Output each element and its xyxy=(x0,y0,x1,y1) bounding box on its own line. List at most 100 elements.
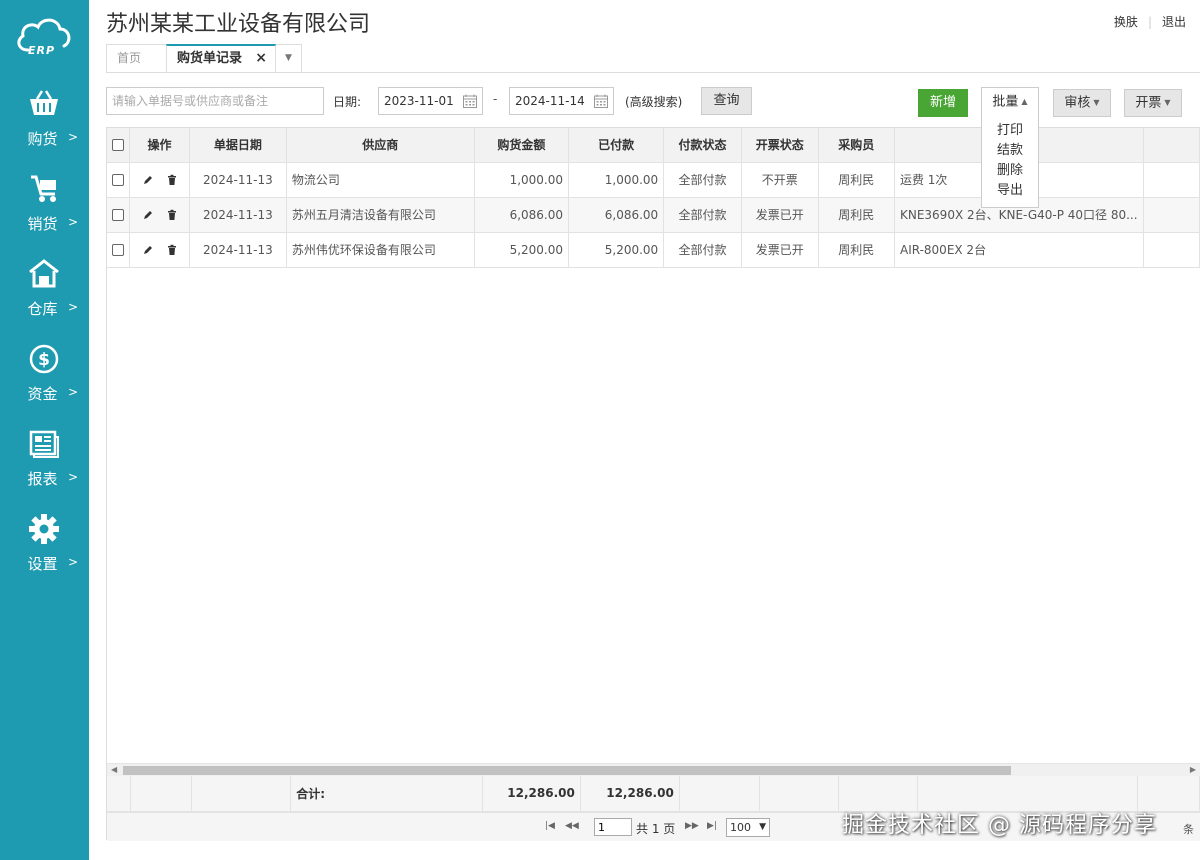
basket-icon xyxy=(27,88,61,120)
caret-down-icon: ▼ xyxy=(1164,98,1171,107)
chevron-down-icon: ▼ xyxy=(759,822,766,832)
tab-home[interactable]: 首页 xyxy=(106,44,166,72)
sidebar-item-warehouse[interactable]: 仓库 > xyxy=(0,258,89,338)
row-actions-cell xyxy=(129,232,190,268)
page-number-input[interactable] xyxy=(594,818,632,836)
cell-date: 2024-11-13 xyxy=(189,197,287,233)
menu-item-settle[interactable]: 结款 xyxy=(982,141,1038,161)
first-page-icon[interactable]: |◀ xyxy=(545,821,555,831)
logo-text: ERP xyxy=(28,44,56,57)
row-checkbox[interactable] xyxy=(112,174,125,186)
chevron-right-icon: > xyxy=(68,555,79,569)
calendar-icon[interactable] xyxy=(593,93,609,109)
tab-purchase-records[interactable]: 购货单记录 × xyxy=(166,44,276,72)
date-from-field[interactable]: 2023-11-01 xyxy=(378,87,483,115)
prev-page-icon[interactable]: ◀◀ xyxy=(565,821,579,831)
date-from-value: 2023-11-01 xyxy=(384,94,454,108)
cell-extra xyxy=(1143,162,1200,198)
skin-link[interactable]: 换肤 xyxy=(1114,15,1138,29)
sidebar-item-settings[interactable]: 设置 > xyxy=(0,513,89,593)
svg-text:$: $ xyxy=(38,350,50,370)
menu-item-delete[interactable]: 删除 xyxy=(982,161,1038,181)
close-icon[interactable]: × xyxy=(255,46,267,71)
sidebar-item-sales[interactable]: 销货 > xyxy=(0,173,89,253)
batch-button[interactable]: 批量 ▲ xyxy=(981,87,1039,117)
edit-icon[interactable] xyxy=(142,244,154,256)
empty-cell xyxy=(1137,776,1200,812)
totals-row: 合计: 12,286.00 12,286.00 xyxy=(107,776,1200,812)
trash-icon[interactable] xyxy=(166,209,178,221)
row-actions-cell xyxy=(129,162,190,198)
cell-paid: 5,200.00 xyxy=(568,232,665,268)
edit-icon[interactable] xyxy=(142,174,154,186)
audit-button[interactable]: 审核 ▼ xyxy=(1053,89,1111,117)
column-header-buyer[interactable]: 采购员 xyxy=(818,128,895,163)
row-select-cell xyxy=(107,162,131,198)
horizontal-scrollbar[interactable]: ◀ ▶ xyxy=(107,763,1200,776)
new-button[interactable]: 新增 xyxy=(918,89,968,117)
gear-icon xyxy=(27,513,61,545)
sidebar-item-funds[interactable]: $ 资金 > xyxy=(0,343,89,423)
caret-down-icon: ▼ xyxy=(1093,98,1100,107)
column-header-supplier[interactable]: 供应商 xyxy=(286,128,475,163)
table-row[interactable]: 2024-11-13 苏州伟优环保设备有限公司 5,200.00 5,200.0… xyxy=(107,232,1200,268)
cell-invoice-status: 发票已开 xyxy=(741,197,819,233)
trash-icon[interactable] xyxy=(166,244,178,256)
scroll-right-arrow-icon[interactable]: ▶ xyxy=(1190,765,1196,774)
tab-divider xyxy=(106,72,1200,73)
column-header-date[interactable]: 单据日期 xyxy=(189,128,287,163)
report-icon xyxy=(27,428,61,460)
cell-extra xyxy=(1143,197,1200,233)
sidebar-item-reports[interactable]: 报表 > xyxy=(0,428,89,508)
invoice-button[interactable]: 开票 ▼ xyxy=(1124,89,1182,117)
date-to-field[interactable]: 2024-11-14 xyxy=(509,87,614,115)
column-header-paid[interactable]: 已付款 xyxy=(568,128,665,163)
calendar-icon[interactable] xyxy=(462,93,478,109)
scrollbar-thumb[interactable] xyxy=(123,766,1011,775)
batch-dropdown-menu: 打印 结款 删除 导出 xyxy=(981,116,1039,208)
empty-cell xyxy=(130,776,193,812)
select-all-checkbox[interactable] xyxy=(112,139,125,152)
cell-buyer: 周利民 xyxy=(818,197,895,233)
sidebar: ERP 购货 > 销货 > 仓库 > $ 资金 > 报表 > 设置 > xyxy=(0,0,89,860)
menu-item-print[interactable]: 打印 xyxy=(982,121,1038,141)
cell-extra xyxy=(1143,232,1200,268)
chevron-right-icon: > xyxy=(68,215,79,229)
divider: | xyxy=(1147,15,1152,29)
empty-cell xyxy=(191,776,292,812)
cell-supplier: 苏州伟优环保设备有限公司 xyxy=(286,232,475,268)
column-header-extra xyxy=(1143,128,1200,163)
empty-cell xyxy=(838,776,919,812)
advanced-search-link[interactable]: (高级搜索) xyxy=(625,93,682,110)
row-checkbox[interactable] xyxy=(112,244,125,256)
empty-cell xyxy=(917,776,1138,812)
row-select-cell xyxy=(107,197,131,233)
edit-icon[interactable] xyxy=(142,209,154,221)
column-header-actions[interactable]: 操作 xyxy=(129,128,190,163)
column-header-pay-status[interactable]: 付款状态 xyxy=(663,128,742,163)
page-size-select[interactable]: 100 ▼ xyxy=(726,818,770,837)
cell-invoice-status: 发票已开 xyxy=(741,232,819,268)
cell-date: 2024-11-13 xyxy=(189,232,287,268)
column-header-invoice-status[interactable]: 开票状态 xyxy=(741,128,819,163)
row-checkbox[interactable] xyxy=(112,209,125,221)
scroll-left-arrow-icon[interactable]: ◀ xyxy=(111,765,117,774)
cell-supplier: 物流公司 xyxy=(286,162,475,198)
next-page-icon[interactable]: ▶▶ xyxy=(685,821,699,831)
cell-buyer: 周利民 xyxy=(818,232,895,268)
batch-label: 批量 xyxy=(992,94,1019,110)
query-button[interactable]: 查询 xyxy=(701,87,752,115)
invoice-label: 开票 xyxy=(1135,95,1162,111)
search-input[interactable] xyxy=(106,87,324,115)
column-header-amount[interactable]: 购货金额 xyxy=(474,128,570,163)
trash-icon[interactable] xyxy=(166,174,178,186)
purchase-records-grid: 操作 单据日期 供应商 购货金额 已付款 付款状态 开票状态 采购员 2024-… xyxy=(106,127,1200,841)
last-page-icon[interactable]: ▶| xyxy=(707,821,717,831)
menu-item-export[interactable]: 导出 xyxy=(982,181,1038,201)
records-count: 条 xyxy=(1183,823,1194,836)
logout-link[interactable]: 退出 xyxy=(1162,15,1186,29)
sidebar-item-purchase[interactable]: 购货 > xyxy=(0,88,89,168)
tab-more-dropdown[interactable]: ▼ xyxy=(276,44,302,72)
empty-cell xyxy=(679,776,760,812)
tab-label: 购货单记录 xyxy=(177,51,243,66)
